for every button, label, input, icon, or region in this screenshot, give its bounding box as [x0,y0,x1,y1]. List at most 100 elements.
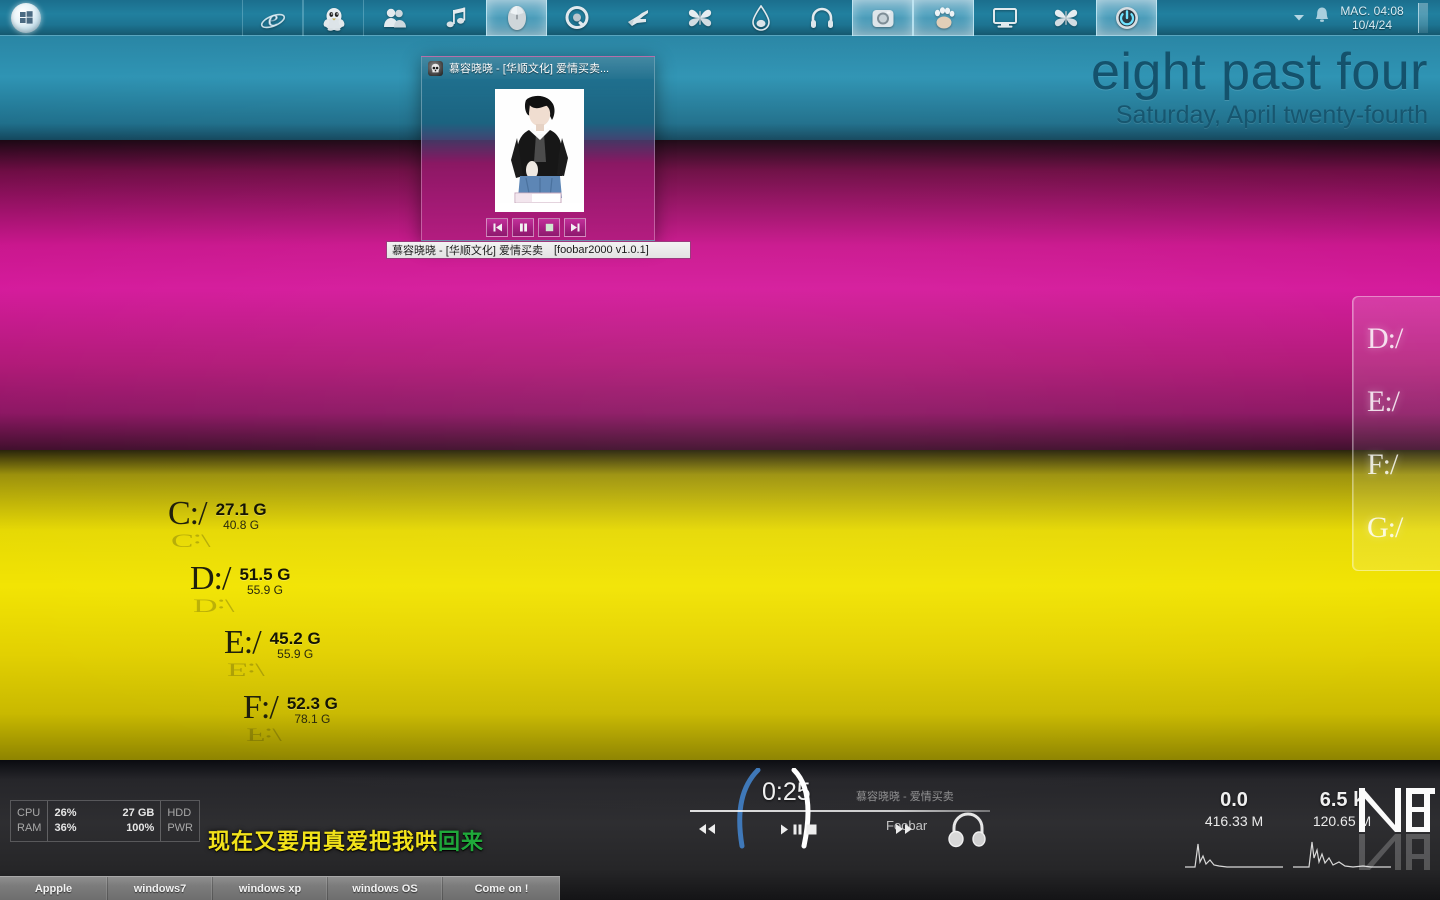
cpu-value: 26% [54,807,77,819]
pwr-value: 100% [126,822,155,834]
music-note-icon [446,7,465,27]
dock-item-butterfly[interactable] [669,0,730,36]
contacts-icon [383,8,406,27]
net-logo [1359,788,1435,870]
drive-shortcut-d[interactable]: D:/ [1367,322,1440,355]
ram-label: RAM [17,822,42,834]
dock-item-headphones[interactable] [791,0,852,36]
camera-icon [872,9,893,27]
album-art-image [496,90,583,211]
hdd-value: 27 GB [122,807,155,819]
player-source-label: Foobar [886,818,928,833]
butterfly-alt-icon [1054,9,1077,26]
net-upload-rate: 0.0 [1220,789,1248,811]
mouse-icon [507,5,526,30]
pwr-label: PWR [167,822,193,834]
system-tray: MAC. 04:08 10/4/24 [1293,2,1440,33]
taskbar-item-windows-os[interactable]: windows OS [328,877,443,900]
dock-item-monitor[interactable] [974,0,1035,36]
ram-value: 36% [54,822,77,834]
album-art [495,89,584,212]
taskbar-item-windows7[interactable]: windows7 [108,877,213,900]
taskbar-item-appple[interactable]: Appple [0,877,108,900]
drive-shortcut-g[interactable]: G:/ [1367,512,1440,544]
drive-gauge-c-letter: C:/ [168,497,208,531]
system-monitor-widget: CPU RAM 26% 36% 27 GB 100% HDD PWR [10,800,200,842]
dock-item-qq-music[interactable] [547,0,608,36]
tray-clock[interactable]: MAC. 04:08 10/4/24 [1339,4,1405,32]
player-progress-line[interactable] [690,810,990,812]
drive-shortcut-f[interactable]: F:/ [1367,449,1440,481]
word-clock-date: Saturday, April twenty-fourth [1115,101,1428,129]
windows-logo-icon [19,11,33,24]
drive-gauge-f-free: 52.3 G [286,694,338,713]
dock-item-power[interactable] [1096,0,1157,36]
butterfly-icon [688,9,711,26]
foobar-player-window[interactable]: 慕容晓晓 - [华顺文化] 爱情买卖... [421,56,655,241]
dock-item-internet-explorer[interactable]: e [242,0,303,36]
player-track-title: 慕容晓晓 - 爱情买卖 [856,791,954,803]
dock-item-contacts[interactable] [364,0,425,36]
foobar-statusbar-track: 慕容晓晓 - [华顺文化] 爱情买卖 [392,245,543,257]
tray-clock-date: 10/4/24 [1351,17,1393,32]
internet-explorer-icon: e [260,5,285,31]
drive-gauge-c[interactable]: C:/ 27.1 G 40.8 G [168,497,267,533]
headphones-icon [810,7,833,28]
lyrics-sung-text: 现在又要用真爱把我哄 [208,829,439,854]
drive-gauge-f-total: 78.1 G [294,712,331,726]
foobar-stop-button[interactable] [538,218,560,237]
drive-shortcut-panel: D:/ E:/ F:/ G:/ [1352,296,1440,571]
foobar-window-title: 慕容晓晓 - [华顺文化] 爱情买卖... [449,63,610,75]
foobar-statusbar-app: [foobar2000 v1.0.1] [553,244,649,256]
drive-gauge-d-total: 55.9 G [246,583,283,597]
hand-pointer-icon [627,9,648,26]
foobar-titlebar[interactable]: 慕容晓晓 - [华顺文化] 爱情买卖... [422,57,654,79]
player-controls [692,816,992,842]
player-rewind-button[interactable] [698,823,716,835]
foobar-transport-controls [486,218,586,237]
foobar-statusbar: 慕容晓晓 - [华顺文化] 爱情买卖 [foobar2000 v1.0.1] [386,241,691,259]
qq-music-icon [565,6,589,29]
top-dock: e MAC. 04:08 10/4/24 [0,0,1440,36]
foobar-previous-button[interactable] [486,218,508,237]
dock-item-butterfly-alt[interactable] [1035,0,1096,36]
dock-item-qq[interactable] [303,0,364,36]
drive-shortcut-e[interactable]: E:/ [1367,385,1440,418]
wallpaper-band-magenta [0,140,1440,450]
player-play-button[interactable] [780,824,789,835]
drive-gauge-e-letter: E:/ [224,626,262,660]
dock-item-water-drop[interactable] [730,0,791,36]
skull-icon [428,60,443,76]
lyrics-display: 现在又要用真爱把我哄回来 [208,824,484,856]
dock-item-music[interactable] [425,0,486,36]
drive-gauge-d[interactable]: D:/ 51.5 G 55.9 G [190,562,291,598]
foobar-pause-button[interactable] [512,218,534,237]
lyrics-unsung-text: 回来 [438,829,485,854]
bell-icon[interactable] [1314,6,1330,29]
media-player-widget: 0:25 慕容晓晓 - 爱情买卖 Foobar [690,766,990,856]
drive-gauge-f[interactable]: F:/ 52.3 G 78.1 G [243,691,338,727]
taskbar-item-come-on[interactable]: Come on ! [443,877,560,900]
water-drop-icon [751,4,770,31]
chevron-down-icon[interactable] [1293,9,1305,27]
net-upload-graph [1185,843,1283,868]
drive-gauge-d-free: 51.5 G [239,565,291,584]
start-button[interactable] [11,2,41,33]
dock-item-hand-pointer[interactable] [608,0,669,36]
dock-item-paw[interactable] [913,0,974,36]
taskbar-item-windows-xp[interactable]: windows xp [213,877,328,900]
drive-gauge-e[interactable]: E:/ 45.2 G 55.9 G [224,626,321,662]
drive-gauge-e-free: 45.2 G [269,629,321,648]
cpu-label: CPU [17,807,41,819]
dock-item-camera[interactable] [852,0,913,36]
qq-penguin-icon [323,7,344,31]
player-stop-button[interactable] [806,824,817,835]
dock-item-mouse[interactable] [486,0,547,36]
player-pause-button[interactable] [793,824,802,835]
show-desktop-button[interactable] [1418,2,1428,33]
drive-gauge-f-letter: F:/ [243,691,279,725]
foobar-next-button[interactable] [564,218,586,237]
drive-gauge-list: C:/ 27.1 G 40.8 G D:/ 51.5 G 55.9 G E:/ … [0,455,420,745]
word-clock-time: eight past four [1090,43,1428,101]
word-clock-widget: eight past four Saturday, April twenty-f… [1091,44,1428,130]
